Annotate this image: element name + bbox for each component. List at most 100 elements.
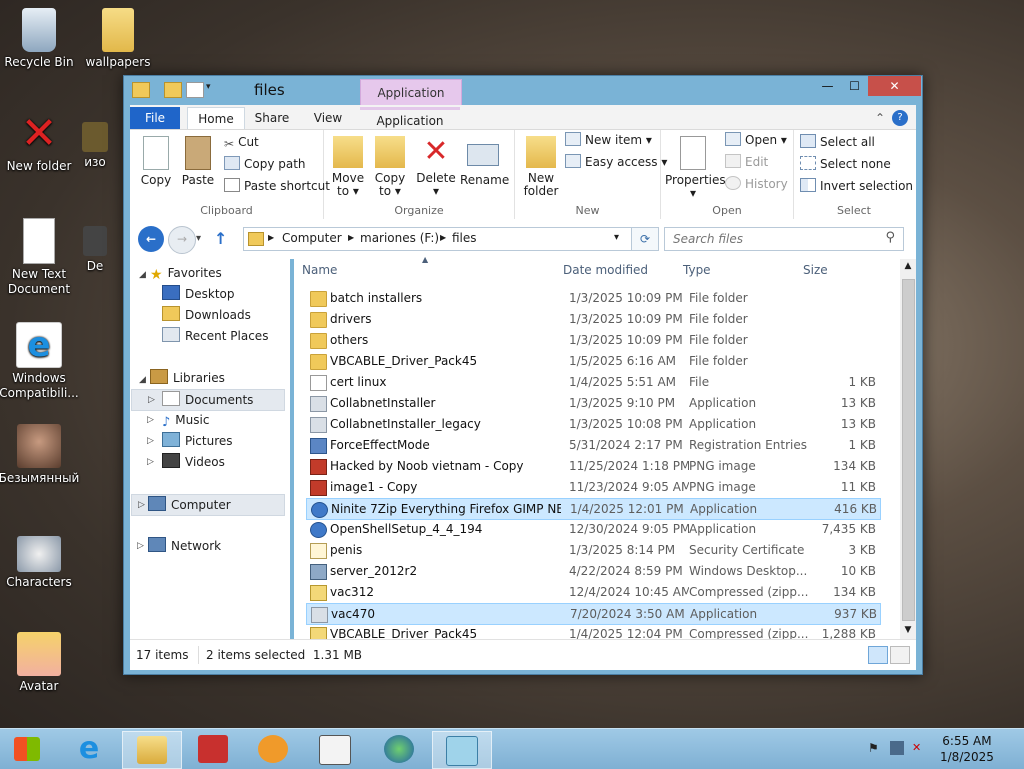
refresh-button[interactable]: ⟳ xyxy=(631,227,659,251)
recent-locations-dropdown[interactable]: ▾ xyxy=(196,226,208,252)
properties-button[interactable]: Properties ▾ xyxy=(665,136,726,200)
new-folder-button[interactable]: New folder xyxy=(519,136,563,198)
vertical-scrollbar[interactable]: ▲ ▼ xyxy=(900,259,916,639)
copy-path-button[interactable]: Copy path xyxy=(224,154,306,174)
select-none-button[interactable]: Select none xyxy=(800,154,891,174)
new-item-button[interactable]: New item ▾ xyxy=(565,130,652,150)
rename-button[interactable]: Rename xyxy=(460,136,509,187)
close-button[interactable]: ✕ xyxy=(868,76,921,96)
nav-favorites[interactable]: ★ Favorites xyxy=(150,263,222,283)
copy-button[interactable]: Copy xyxy=(136,136,176,187)
taskbar-media-player[interactable] xyxy=(244,731,302,767)
history-button[interactable]: History xyxy=(725,174,788,194)
back-button[interactable]: ← xyxy=(138,226,164,252)
forward-button[interactable]: → xyxy=(168,226,196,254)
address-bar[interactable]: ▶ Computer ▶ mariones (F:) ▶ files ▾ xyxy=(243,227,632,251)
taskbar-internet-explorer[interactable]: e xyxy=(60,731,118,767)
tab-file[interactable]: File xyxy=(130,107,180,129)
invert-selection-button[interactable]: Invert selection xyxy=(800,176,913,196)
edit-button[interactable]: Edit xyxy=(725,152,768,172)
taskbar-globe-app[interactable] xyxy=(370,731,428,767)
tab-home[interactable]: Home xyxy=(187,107,245,130)
expand-documents-icon[interactable]: ▷ xyxy=(148,390,155,410)
select-all-button[interactable]: Select all xyxy=(800,132,875,152)
copy-to-button[interactable]: Copy to ▾ xyxy=(370,136,410,198)
collapse-favorites-icon[interactable]: ◢ xyxy=(139,270,146,280)
column-header-type[interactable]: Type xyxy=(683,263,711,277)
desktop-icon-new-text-document[interactable]: New Text Document xyxy=(0,218,81,297)
search-icon[interactable]: ⚲ xyxy=(885,230,895,245)
minimize-button[interactable]: — xyxy=(814,76,841,96)
breadcrumb-drive[interactable]: mariones (F:) xyxy=(360,231,439,245)
nav-documents[interactable]: ▷ Documents xyxy=(131,389,285,411)
file-row[interactable]: vac312 12/4/2024 10:45 AM Compressed (zipp… xyxy=(306,582,879,602)
file-row[interactable]: CollabnetInstaller_legacy 1/3/2025 10:08 … xyxy=(306,414,879,434)
collapse-libraries-icon[interactable]: ◢ xyxy=(139,375,146,385)
easy-access-button[interactable]: Easy access ▾ xyxy=(565,152,667,172)
file-row[interactable]: Ninite 7Zip Everything Firefox GIMP NET … xyxy=(306,498,881,520)
scroll-up-arrow[interactable]: ▲ xyxy=(900,261,916,271)
taskbar-app-red[interactable] xyxy=(184,731,242,767)
expand-pictures-icon[interactable]: ▷ xyxy=(147,436,154,446)
quick-access-properties-icon[interactable] xyxy=(186,82,204,98)
large-icons-view-button[interactable] xyxy=(890,646,910,664)
quick-access-folder-icon[interactable] xyxy=(164,82,182,98)
desktop-icon-image[interactable]: изо xyxy=(70,122,120,170)
taskbar-file-explorer[interactable] xyxy=(122,731,182,769)
cut-button[interactable]: ✂ Cut xyxy=(224,132,259,152)
tab-view[interactable]: View xyxy=(303,107,353,129)
scroll-thumb[interactable] xyxy=(902,279,915,621)
file-row[interactable]: VBCABLE_Driver_Pack45 1/5/2025 6:16 AM Fil… xyxy=(306,351,879,371)
expand-music-icon[interactable]: ▷ xyxy=(147,415,154,425)
file-row[interactable]: others 1/3/2025 10:09 PM File folder xyxy=(306,330,879,350)
column-header-size[interactable]: Size xyxy=(803,263,828,277)
file-row[interactable]: OpenShellSetup_4_4_194 12/30/2024 9:05 PM… xyxy=(306,519,879,539)
file-row[interactable]: vac470 7/20/2024 3:50 AM Application 937 KB xyxy=(306,603,881,625)
volume-muted-icon[interactable]: ✕ xyxy=(912,741,926,755)
breadcrumb-files[interactable]: files xyxy=(452,231,477,245)
desktop-icon-characters[interactable]: Characters xyxy=(0,536,81,590)
taskbar-app-window[interactable] xyxy=(306,731,364,767)
desktop-icon-de[interactable]: De xyxy=(70,226,120,274)
nav-music[interactable]: ♪ Music xyxy=(162,410,209,430)
up-button[interactable]: ↑ xyxy=(214,226,234,252)
action-center-flag-icon[interactable]: ⚑ xyxy=(868,741,882,755)
collapse-ribbon-icon[interactable]: ⌃ xyxy=(872,107,888,129)
start-button[interactable] xyxy=(0,731,54,767)
paste-button[interactable]: Paste xyxy=(178,136,218,187)
scroll-down-arrow[interactable]: ▼ xyxy=(900,625,916,635)
nav-network[interactable]: Network xyxy=(148,536,221,556)
file-row[interactable]: server_2012r2 4/22/2024 8:59 PM Windows De… xyxy=(306,561,879,581)
expand-network-icon[interactable]: ▷ xyxy=(137,541,144,551)
file-row[interactable]: penis 1/3/2025 8:14 PM Security Certificat… xyxy=(306,540,879,560)
file-row[interactable]: drivers 1/3/2025 10:09 PM File folder xyxy=(306,309,879,329)
file-row[interactable]: batch installers 1/3/2025 10:09 PM File fo… xyxy=(306,288,879,308)
breadcrumb-computer[interactable]: Computer xyxy=(282,231,342,245)
column-header-date[interactable]: Date modified xyxy=(563,263,648,277)
nav-computer[interactable]: ▷ Computer xyxy=(131,494,285,516)
file-row[interactable]: Hacked by Noob vietnam - Copy 11/25/2024 … xyxy=(306,456,879,476)
quick-access-dropdown-icon[interactable]: ▾ xyxy=(206,82,216,96)
desktop-icon-recycle-bin[interactable]: Recycle Bin xyxy=(0,8,81,70)
file-row[interactable]: ForceEffectMode 5/31/2024 2:17 PM Registra… xyxy=(306,435,879,455)
tab-share[interactable]: Share xyxy=(246,107,298,129)
desktop-icon-bezymyannyi[interactable]: Безымянный xyxy=(0,424,81,486)
desktop-icon-windows-compatibility[interactable]: e Windows Compatibili... xyxy=(0,322,81,401)
nav-desktop[interactable]: Desktop xyxy=(162,284,235,304)
title-bar[interactable]: ▾ Application Tools files — ☐ ✕ xyxy=(124,76,922,126)
open-button[interactable]: Open ▾ xyxy=(725,130,787,150)
details-view-button[interactable] xyxy=(868,646,888,664)
nav-recent-places[interactable]: Recent Places xyxy=(162,326,268,346)
search-input[interactable] xyxy=(665,228,880,250)
expand-videos-icon[interactable]: ▷ xyxy=(147,457,154,467)
file-row[interactable]: CollabnetInstaller 1/3/2025 9:10 PM Applic… xyxy=(306,393,879,413)
taskbar-app-notes[interactable] xyxy=(432,731,492,769)
maximize-button[interactable]: ☐ xyxy=(841,76,868,96)
column-header-name[interactable]: Name xyxy=(302,263,337,277)
paste-shortcut-button[interactable]: Paste shortcut xyxy=(224,176,330,196)
address-dropdown-icon[interactable]: ▾ xyxy=(614,232,619,243)
file-row[interactable]: image1 - Copy 11/23/2024 9:05 AM PNG image… xyxy=(306,477,879,497)
desktop-icon-new-folder[interactable]: ✕ New folder xyxy=(0,112,81,174)
delete-button[interactable]: ✕ Delete ▾ xyxy=(416,136,456,198)
nav-libraries[interactable]: Libraries xyxy=(150,368,225,388)
